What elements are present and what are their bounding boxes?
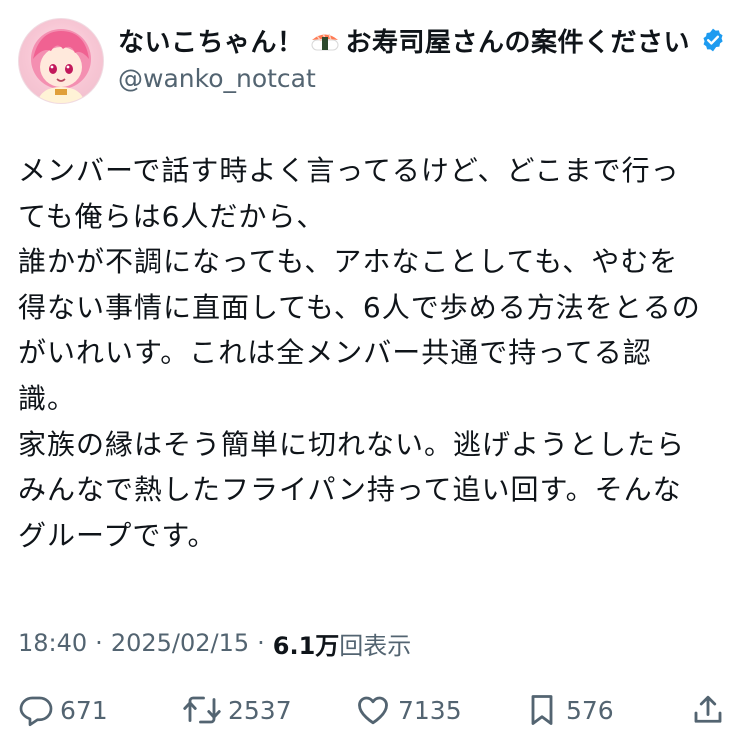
- views-label[interactable]: 回表示: [339, 626, 411, 661]
- meta-separator: ·: [257, 629, 265, 657]
- tweet-line: 家族の縁はそう簡単に切れない。逃げようとしたら: [18, 427, 686, 461]
- reply-icon: [19, 696, 53, 727]
- tweet-line: がいれいす。これは全メンバー共通で持ってる認: [18, 336, 652, 370]
- bookmark-icon: [531, 695, 553, 725]
- avatar[interactable]: [18, 18, 104, 104]
- bookmark-button[interactable]: 576: [524, 688, 614, 732]
- reply-count: 671: [60, 695, 108, 725]
- author-display-name[interactable]: ないこちゃん！: [118, 22, 304, 59]
- author-handle[interactable]: @wanko_notcat: [118, 64, 316, 93]
- author-name-row[interactable]: ないこちゃん！ お寿司屋さんの案件ください: [118, 20, 726, 60]
- retweet-button[interactable]: 2537: [182, 688, 292, 732]
- share-button[interactable]: [690, 688, 726, 732]
- tweet-line: メンバーで話す時よく言ってるけど、どこまで行っ: [18, 154, 680, 187]
- tweet-text: メンバーで話す時よく言ってるけど、どこまで行っ ても俺らは6人だから、 誰かが不…: [18, 148, 732, 558]
- sushi-emoji-icon: [310, 27, 340, 53]
- bookmark-count: 576: [566, 695, 614, 725]
- meta-separator: ·: [95, 629, 103, 657]
- avatar-illustration: [31, 29, 91, 103]
- tweet-action-bar: 671 2537 7135 576: [0, 688, 750, 732]
- tweet-line: ても俺らは6人だから、: [18, 199, 326, 233]
- tweet-line: 得ない事情に直面しても、6人で歩める方法をとるの: [18, 290, 701, 324]
- reply-button[interactable]: 671: [18, 688, 108, 732]
- tweet-date[interactable]: 2025/02/15: [111, 629, 249, 657]
- tweet-line: 誰かが不調になっても、アホなことしても、やむを: [18, 245, 679, 279]
- tweet-line: グループです。: [18, 518, 217, 552]
- tweet-line: みんなで熱したフライパン持って追い回す。そんな: [18, 473, 682, 507]
- tweet-meta: 18:40 · 2025/02/15 · 6.1万 回表示: [18, 625, 411, 661]
- heart-icon: [358, 696, 388, 725]
- like-button[interactable]: 7135: [354, 688, 462, 732]
- retweet-count: 2537: [228, 695, 292, 725]
- share-icon: [694, 695, 722, 723]
- verified-badge-icon: [700, 27, 726, 53]
- like-count: 7135: [398, 695, 462, 725]
- author-display-name-suffix[interactable]: お寿司屋さんの案件ください: [346, 22, 691, 59]
- tweet-line: 識。: [18, 381, 77, 415]
- tweet-time[interactable]: 18:40: [18, 629, 87, 657]
- views-count[interactable]: 6.1万: [273, 626, 340, 661]
- retweet-icon: [183, 696, 221, 724]
